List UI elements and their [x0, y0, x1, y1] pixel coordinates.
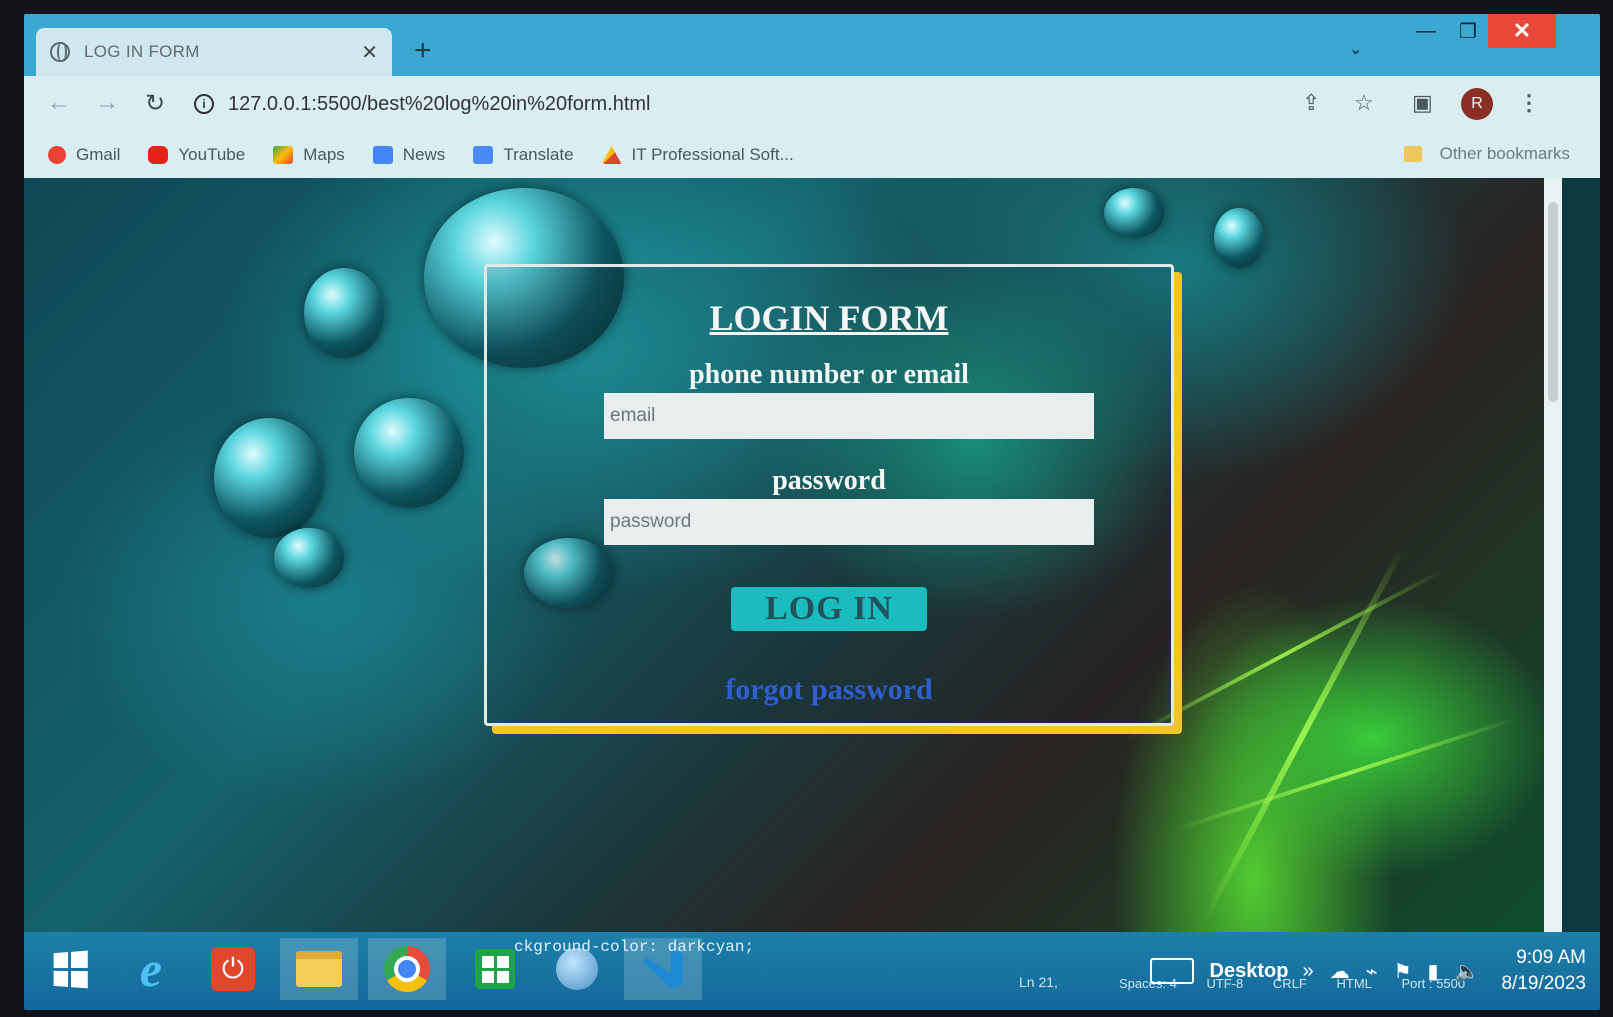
- bookmark-label: IT Professional Soft...: [631, 145, 794, 164]
- water-drop: [354, 398, 464, 508]
- email-input[interactable]: [604, 393, 1094, 439]
- clock[interactable]: 9:09 AM 8/19/2023: [1501, 945, 1586, 997]
- tab-search-chevron-icon[interactable]: ⌄: [1349, 32, 1362, 66]
- gmail-icon: [48, 146, 66, 164]
- side-panel-icon[interactable]: ▣: [1412, 90, 1433, 116]
- bookmark-maps[interactable]: Maps: [273, 145, 345, 165]
- site-info-icon[interactable]: i: [194, 94, 214, 114]
- back-arrow-icon[interactable]: ←: [44, 88, 74, 118]
- address-bar[interactable]: i 127.0.0.1:5500/best%20log%20in%20form.…: [194, 84, 1294, 124]
- password-input[interactable]: [604, 499, 1094, 545]
- new-tab-button[interactable]: +: [414, 34, 432, 68]
- keyboard-icon[interactable]: [1149, 958, 1194, 984]
- water-drop: [304, 268, 384, 358]
- tab-active[interactable]: LOG IN FORM ✕: [36, 28, 392, 76]
- line-col-status: Ln 21,: [1019, 974, 1058, 990]
- tab-title: LOG IN FORM: [84, 42, 200, 61]
- youtube-icon: [148, 146, 169, 164]
- bookmark-news[interactable]: News: [372, 145, 446, 165]
- browser-toolbar: ← → ↻ i 127.0.0.1:5500/best%20log%20in%2…: [24, 76, 1600, 132]
- reload-icon[interactable]: ↻: [140, 88, 170, 118]
- bookmark-translate[interactable]: Translate: [473, 145, 574, 165]
- water-drop: [274, 528, 344, 588]
- code-overlay-text: ckground-color: darkcyan;: [514, 938, 755, 956]
- minimize-button[interactable]: —: [1406, 14, 1446, 48]
- file-explorer-button[interactable]: [280, 938, 358, 1000]
- scrollbar-thumb[interactable]: [1548, 202, 1558, 402]
- tab-strip: LOG IN FORM ✕ + ⌄ — ❐ ✕: [24, 14, 1600, 76]
- desktop-toolbar-label[interactable]: Desktop: [1210, 960, 1289, 983]
- flag-icon[interactable]: ⚑: [1394, 959, 1412, 984]
- news-icon: [372, 146, 393, 164]
- folder-icon: [1403, 146, 1422, 162]
- share-icon[interactable]: ⇪: [1302, 90, 1320, 116]
- battery-icon[interactable]: ▮: [1428, 959, 1439, 984]
- bookmark-star-icon[interactable]: ☆: [1354, 90, 1374, 116]
- volume-icon[interactable]: 🔈: [1455, 959, 1480, 984]
- url-text: 127.0.0.1:5500/best%20log%20in%20form.ht…: [228, 92, 651, 115]
- user-label: phone number or email: [689, 359, 969, 390]
- page-viewport: LOGIN FORM phone number or email passwor…: [24, 178, 1544, 932]
- screen: LOG IN FORM ✕ + ⌄ — ❐ ✕ ← → ↻ i 127.0.0.…: [24, 14, 1600, 1010]
- other-bookmarks[interactable]: Other bookmarks: [1403, 144, 1570, 164]
- water-drop: [1214, 208, 1264, 268]
- bookmark-label: Gmail: [76, 145, 121, 164]
- cloud-icon[interactable]: ☁: [1330, 959, 1350, 984]
- clock-date: 8/19/2023: [1501, 973, 1586, 994]
- windows-logo-icon: [53, 950, 88, 988]
- power-icon: ⏻: [211, 947, 255, 991]
- chrome-icon: [384, 946, 430, 992]
- bookmark-gmail[interactable]: Gmail: [48, 145, 120, 165]
- translate-icon: [473, 146, 494, 164]
- overflow-chevron-icon[interactable]: »: [1302, 960, 1313, 983]
- globe-icon: [50, 42, 70, 62]
- forward-arrow-icon[interactable]: →: [92, 88, 122, 118]
- other-bookmarks-label: Other bookmarks: [1439, 144, 1570, 163]
- chrome-button[interactable]: [368, 938, 446, 1000]
- bookmark-label: Maps: [303, 145, 345, 164]
- tab-close-icon[interactable]: ✕: [361, 40, 378, 65]
- bookmark-label: Translate: [503, 145, 574, 164]
- ie-icon: e: [139, 941, 163, 997]
- clock-time: 9:09 AM: [1516, 947, 1586, 968]
- password-label: password: [772, 465, 886, 496]
- water-drop: [1104, 188, 1164, 238]
- login-button[interactable]: LOG IN: [731, 587, 927, 631]
- page-scrollbar[interactable]: [1544, 178, 1562, 932]
- restore-button[interactable]: ❐: [1448, 14, 1488, 48]
- it-icon: [601, 146, 622, 164]
- maps-icon: [273, 146, 294, 164]
- bookmark-label: News: [402, 145, 446, 164]
- folder-icon: [296, 951, 342, 987]
- store-icon: [475, 949, 515, 989]
- bookmark-it-professional[interactable]: IT Professional Soft...: [601, 145, 794, 165]
- internet-explorer-button[interactable]: e: [112, 938, 190, 1000]
- taskbar: e ⏻ ckground-color: darkcyan; Ln 21, Spa…: [24, 932, 1600, 1010]
- leaf-vein: [1173, 716, 1517, 832]
- bookmarks-bar: Gmail YouTube Maps News Translate IT Pro…: [24, 132, 1600, 178]
- bookmark-youtube[interactable]: YouTube: [148, 145, 245, 165]
- water-drop: [214, 418, 324, 538]
- profile-avatar[interactable]: R: [1461, 88, 1493, 120]
- system-tray: Desktop » ☁ ⌁ ⚑ ▮ 🔈 9:09 AM 8/19/2023: [1149, 938, 1586, 1004]
- menu-kebab-icon[interactable]: ⋮: [1518, 90, 1540, 116]
- network-icon[interactable]: ⌁: [1366, 959, 1378, 984]
- power-app-button[interactable]: ⏻: [194, 938, 272, 1000]
- forgot-password-link[interactable]: forgot password: [725, 673, 933, 707]
- close-window-button[interactable]: ✕: [1488, 14, 1556, 48]
- login-form: LOGIN FORM phone number or email passwor…: [484, 264, 1174, 726]
- form-title: LOGIN FORM: [709, 298, 949, 338]
- start-button[interactable]: [30, 938, 108, 1000]
- bookmark-label: YouTube: [178, 145, 246, 164]
